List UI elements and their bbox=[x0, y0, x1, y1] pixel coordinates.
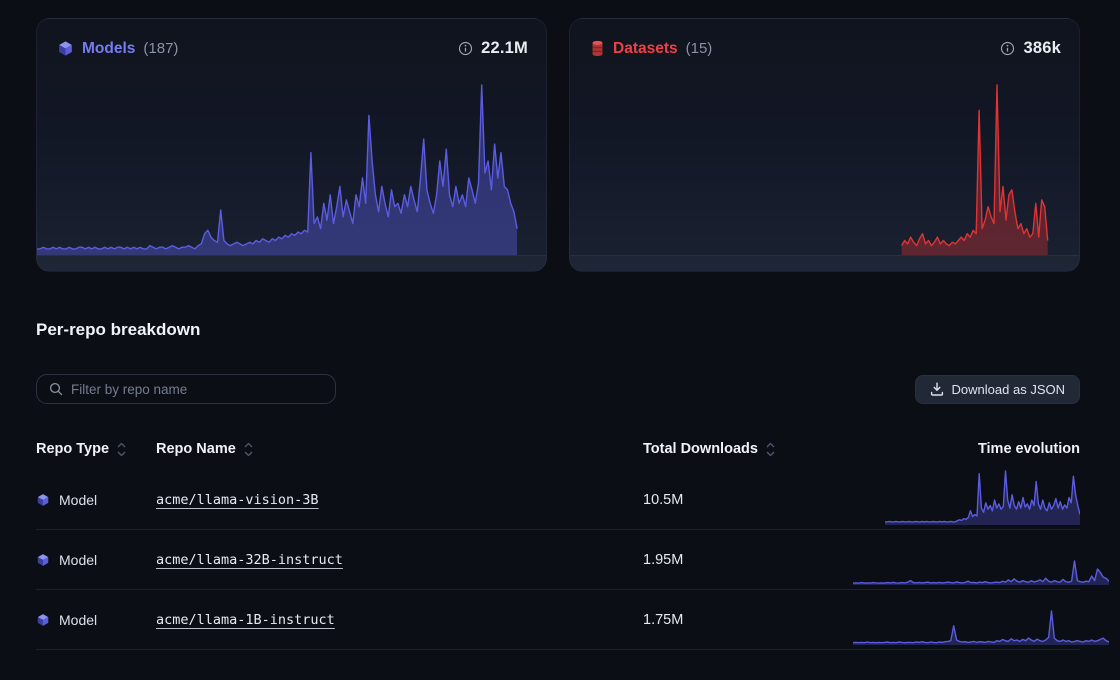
repo-link[interactable]: acme/llama-1B-instruct bbox=[156, 612, 335, 628]
models-card-footer bbox=[37, 255, 546, 271]
models-count: (187) bbox=[143, 40, 178, 57]
download-icon bbox=[930, 382, 944, 396]
info-icon[interactable] bbox=[458, 41, 473, 56]
download-json-button[interactable]: Download as JSON bbox=[915, 375, 1080, 404]
repo-name-cell: acme/llama-1B-instruct bbox=[156, 612, 643, 628]
sort-icon bbox=[117, 442, 126, 457]
time-evolution-cell bbox=[853, 530, 1109, 590]
sparkline-chart[interactable] bbox=[853, 559, 1109, 585]
table-row: Model acme/llama-1B-instruct 1.75M bbox=[36, 590, 1080, 650]
sort-icon bbox=[244, 442, 253, 457]
repo-type-cell: Model bbox=[36, 612, 156, 628]
models-card-title: Models bbox=[82, 40, 135, 58]
repo-type-cell: Model bbox=[36, 492, 156, 508]
datasets-card-footer bbox=[570, 255, 1079, 271]
datasets-total-downloads: 386k bbox=[1023, 39, 1061, 58]
time-evolution-cell bbox=[853, 590, 1109, 650]
datasets-downloads-chart[interactable] bbox=[570, 83, 1065, 255]
models-card: Models (187) 22.1M bbox=[36, 18, 547, 272]
per-repo-breakdown-heading: Per-repo breakdown bbox=[36, 320, 1080, 340]
analytics-page: Models (187) 22.1M bbox=[0, 0, 1120, 650]
repo-table-header: Repo Type Repo Name Tota bbox=[36, 428, 1080, 470]
search-icon bbox=[49, 382, 63, 396]
cube-icon bbox=[57, 40, 74, 57]
cube-icon bbox=[36, 613, 50, 627]
column-header-repo-name[interactable]: Repo Name bbox=[156, 441, 643, 457]
models-downloads-chart[interactable] bbox=[37, 83, 532, 255]
datasets-count: (15) bbox=[686, 40, 713, 57]
column-header-time-evolution: Time evolution bbox=[853, 441, 1080, 457]
download-json-label: Download as JSON bbox=[952, 382, 1065, 397]
datasets-card-title: Datasets bbox=[613, 40, 678, 58]
cube-icon bbox=[36, 553, 50, 567]
sparkline-chart[interactable] bbox=[885, 469, 1080, 525]
repo-type-cell: Model bbox=[36, 552, 156, 568]
datasets-card: Datasets (15) 386k bbox=[569, 18, 1080, 272]
repo-table: Repo Type Repo Name Tota bbox=[36, 428, 1080, 650]
datasets-card-header: Datasets (15) 386k bbox=[570, 19, 1079, 58]
column-header-total-downloads[interactable]: Total Downloads bbox=[643, 441, 853, 457]
total-downloads-cell: 10.5M bbox=[643, 492, 853, 508]
time-evolution-cell bbox=[853, 470, 1080, 530]
breakdown-toolbar: Download as JSON bbox=[36, 374, 1080, 404]
database-icon bbox=[590, 40, 605, 57]
info-icon[interactable] bbox=[1000, 41, 1015, 56]
repo-name-cell: acme/llama-32B-instruct bbox=[156, 552, 643, 568]
table-row: Model acme/llama-vision-3B 10.5M bbox=[36, 470, 1080, 530]
stat-cards-row: Models (187) 22.1M bbox=[36, 18, 1080, 272]
repo-filter-input[interactable] bbox=[71, 382, 323, 397]
column-header-repo-type[interactable]: Repo Type bbox=[36, 441, 156, 457]
repo-filter[interactable] bbox=[36, 374, 336, 404]
cube-icon bbox=[36, 493, 50, 507]
models-card-header: Models (187) 22.1M bbox=[37, 19, 546, 58]
repo-link[interactable]: acme/llama-32B-instruct bbox=[156, 552, 343, 568]
total-downloads-cell: 1.75M bbox=[643, 612, 853, 628]
sort-icon bbox=[766, 442, 775, 457]
repo-name-cell: acme/llama-vision-3B bbox=[156, 492, 643, 508]
models-total-downloads: 22.1M bbox=[481, 39, 528, 58]
table-row: Model acme/llama-32B-instruct 1.95M bbox=[36, 530, 1080, 590]
repo-link[interactable]: acme/llama-vision-3B bbox=[156, 492, 319, 508]
sparkline-chart[interactable] bbox=[853, 609, 1109, 645]
total-downloads-cell: 1.95M bbox=[643, 552, 853, 568]
